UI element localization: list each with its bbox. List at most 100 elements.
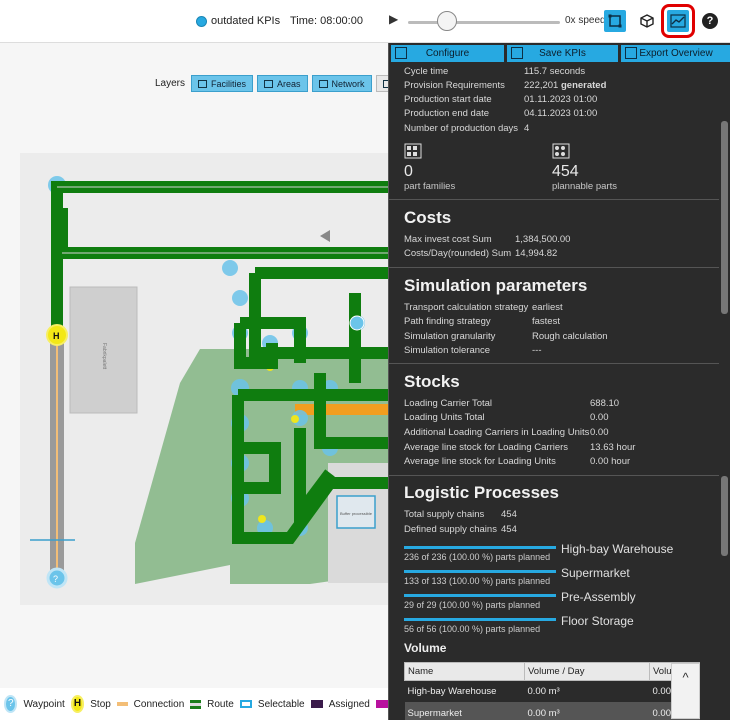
kpi-value: earliest [532, 302, 563, 313]
column-header[interactable]: Volume / Day [524, 662, 650, 681]
legend-extra-icon [375, 700, 388, 708]
svg-text:?: ? [53, 574, 58, 584]
part-families-value: 0 [404, 163, 413, 180]
kpi-label: Number of production days [404, 123, 519, 134]
table-row[interactable]: High-bay Warehouse 0.00 m³ 0.00 [404, 680, 700, 703]
speed-slider-track[interactable] [408, 21, 560, 24]
process-progress-label: 29 of 29 (100.00 %) parts planned [404, 600, 541, 610]
plannable-parts-icon [552, 143, 570, 159]
kpi-value: Rough calculation [532, 331, 608, 342]
scroll-up-button[interactable]: ^ [671, 663, 700, 719]
help-button[interactable]: ? [699, 10, 721, 32]
layer-areas-label: Areas [277, 78, 301, 89]
layer-areas-button[interactable]: Areas [257, 75, 308, 92]
process-progress-bar [404, 618, 556, 621]
kpi-value: 04.11.2023 01:00 [524, 108, 598, 119]
configure-button[interactable]: Configure [391, 45, 504, 62]
plannable-parts-label: plannable parts [552, 181, 617, 192]
stocks-heading: Stocks [404, 372, 460, 391]
layer-facilities-label: Facilities [211, 78, 247, 89]
legend-connection: Connection [133, 698, 185, 710]
process-name: Pre-Assembly [561, 590, 636, 604]
table-cell: Supermarket [404, 702, 525, 720]
kpi-value: 4 [524, 123, 530, 134]
process-progress-label: 236 of 236 (100.00 %) parts planned [404, 552, 551, 562]
kpi-value: 13.63 hour [590, 442, 636, 453]
legend-selectable: Selectable [257, 698, 305, 710]
part-families-label: part families [404, 181, 456, 192]
divider [389, 199, 719, 200]
kpi-label: Total supply chains [404, 509, 485, 520]
table-cell: 0.00 m³ [524, 702, 650, 720]
map-legend: ? Waypoint H Stop Connection Route Selec… [0, 688, 388, 720]
export-overview-label: Export Overview [639, 48, 713, 59]
part-families-icon [404, 143, 422, 159]
export-icon [625, 47, 637, 59]
table-row[interactable]: Supermarket 0.00 m³ 0.00 [404, 702, 700, 720]
save-kpis-label: Save KPIs [539, 48, 586, 59]
3d-cube-icon [640, 14, 654, 28]
kpi-label: Costs/Day(rounded) Sum [404, 248, 512, 259]
kpi-label: Cycle time [404, 66, 449, 77]
waypoint-icon: ? [4, 695, 18, 713]
kpi-value: 115.7 seconds [524, 66, 586, 77]
column-header[interactable]: Name [404, 662, 525, 681]
3d-view-button[interactable] [636, 10, 658, 32]
export-overview-button[interactable]: Export Overview [621, 45, 730, 62]
scrollbar-thumb[interactable] [721, 121, 728, 314]
facilities-icon [198, 79, 208, 88]
process-name: Floor Storage [561, 614, 634, 628]
kpi-label: Production end date [404, 108, 490, 119]
table-cell: High-bay Warehouse [404, 680, 525, 703]
save-icon [511, 47, 523, 59]
orange-connection [295, 404, 388, 415]
svg-text:H: H [53, 331, 60, 341]
volume-table: Name Volume / Day Volum High-bay Warehou… [404, 662, 700, 720]
kpi-value: 0.00 [590, 412, 609, 423]
layer-facilities-button[interactable]: Facilities [191, 75, 254, 92]
help-icon: ? [702, 13, 718, 29]
save-kpis-button[interactable]: Save KPIs [507, 45, 618, 62]
assigned-icon [310, 700, 323, 708]
kpi-toolbar: Configure Save KPIs Export Overview [389, 45, 730, 62]
legend-route: Route [207, 698, 234, 710]
2d-view-button[interactable] [604, 10, 626, 32]
kpi-value: 0.00 [590, 427, 609, 438]
layer-network-button[interactable]: Network [311, 75, 372, 92]
connection-icon [116, 702, 128, 706]
chevron-up-icon: ^ [682, 670, 689, 685]
areas-icon [264, 79, 274, 88]
kpi-value: --- [532, 345, 542, 356]
kpi-label: Simulation tolerance [404, 345, 491, 356]
provision-status: generated [560, 80, 607, 91]
speed-slider-handle[interactable] [437, 11, 457, 31]
kpi-label: Transport calculation strategy [404, 302, 529, 313]
divider [389, 475, 719, 476]
kpi-label: Additional Loading Carriers in Loading U… [404, 427, 590, 438]
legend-stop: Stop [90, 698, 111, 710]
logistics-heading: Logistic Processes [404, 483, 559, 502]
kpi-label: Max invest cost Sum [404, 234, 492, 245]
simulation-heading: Simulation parameters [404, 276, 588, 295]
process-name: High-bay Warehouse [561, 542, 674, 556]
kpi-label: Average line stock for Loading Carriers [404, 442, 569, 453]
kpi-value: 688.10 [590, 398, 620, 409]
layer-network-label: Network [331, 78, 365, 89]
kpi-value: 01.11.2023 01:00 [524, 94, 598, 105]
process-progress-bar [404, 570, 556, 573]
configure-icon [395, 47, 407, 59]
stop-icon: H [70, 695, 85, 713]
buffer-label: Buffer processible [340, 511, 373, 516]
costs-heading: Costs [404, 208, 452, 227]
table-header-row: Name Volume / Day Volum [404, 662, 700, 681]
table-cell: 0.00 m³ [524, 680, 650, 703]
scrollbar-thumb[interactable] [721, 476, 728, 556]
kpi-overview-button[interactable] [661, 4, 695, 38]
kpi-label: Path finding strategy [404, 316, 491, 327]
layer-areas2-button[interactable]: Ar [375, 75, 388, 92]
play-icon[interactable]: ▶ [389, 12, 398, 26]
2d-view-icon [608, 14, 622, 28]
kpi-panel[interactable]: Configure Save KPIs Export Overview Cycl… [388, 43, 730, 720]
kpi-label: Loading Units Total [404, 412, 485, 423]
map-canvas[interactable]: Fabrikpalett Buffer processible H ? Laye… [0, 43, 388, 688]
